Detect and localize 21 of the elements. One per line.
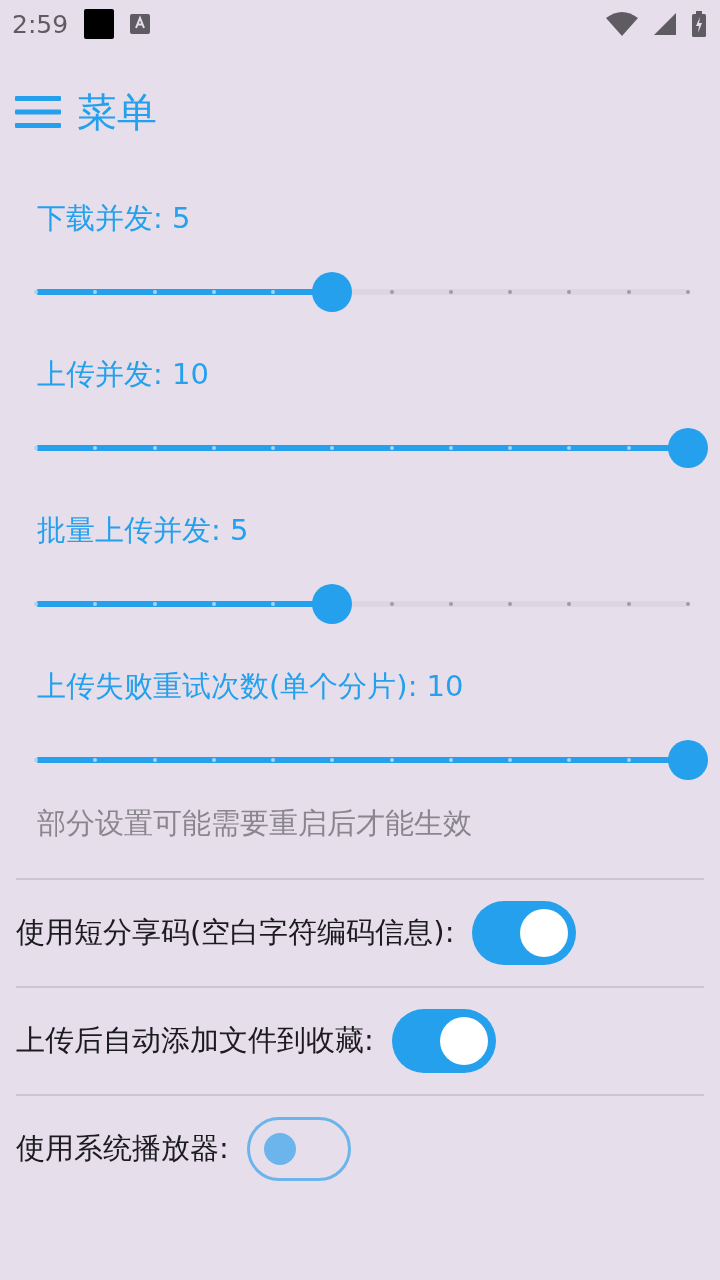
slider-thumb[interactable]	[312, 584, 353, 624]
slider-thumb[interactable]	[668, 428, 708, 468]
menu-title: 菜单	[77, 87, 157, 137]
wifi-icon	[606, 12, 638, 36]
toggle-switch[interactable]	[246, 1117, 351, 1181]
settings-note: 部分设置可能需要重启后才能生效	[36, 805, 473, 842]
slider-label: 下载并发: 5	[36, 200, 192, 237]
menu-icon[interactable]	[15, 96, 61, 128]
slider-label: 批量上传并发: 5	[36, 512, 250, 549]
signal-icon	[654, 13, 676, 35]
slider-thumb[interactable]	[668, 740, 708, 780]
toggle-label: 使用系统播放器:	[16, 1130, 229, 1167]
slider-thumb[interactable]	[312, 272, 353, 312]
keyboard-icon	[130, 14, 151, 34]
notification-icon	[84, 9, 115, 39]
toggle-label: 上传后自动添加文件到收藏:	[16, 1022, 374, 1059]
status-time: 2:59	[12, 9, 69, 39]
toggle-label: 使用短分享码(空白字符编码信息):	[16, 914, 455, 951]
battery-icon	[692, 11, 706, 37]
slider-label: 上传并发: 10	[36, 356, 210, 393]
slider-label: 上传失败重试次数(单个分片): 10	[36, 668, 465, 705]
